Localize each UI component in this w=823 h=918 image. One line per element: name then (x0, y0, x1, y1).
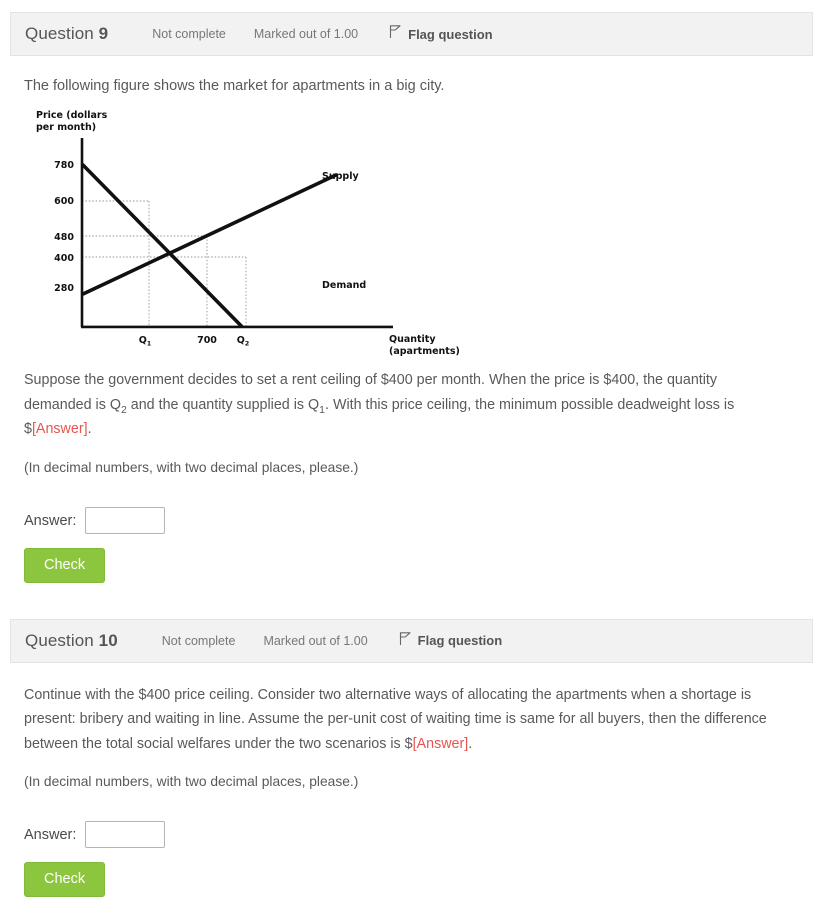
question-header-9: Question 9 Not complete Marked out of 1.… (10, 12, 813, 56)
check-button-10[interactable]: Check (24, 862, 106, 898)
question-state-10: Not complete (161, 633, 236, 648)
x-axis-title-line2: (apartments) (389, 346, 460, 357)
supply-curve (81, 173, 338, 297)
question-title-prefix: Question (25, 24, 94, 43)
question-title-9: Question 9 (25, 24, 108, 44)
supply-demand-figure: Price (dollars per month) 780 600 480 40… (28, 106, 528, 369)
answer-placeholder-tag-9: [Answer] (31, 421, 88, 438)
flag-icon (388, 24, 402, 44)
answer-row-9: Answer: (24, 507, 799, 535)
question-marks-9: Marked out of 1.00 (253, 27, 359, 41)
decimal-note-10: (In decimal numbers, with two decimal pl… (24, 774, 359, 790)
question-number: 9 (98, 24, 109, 43)
demand-curve-label: Demand (322, 280, 366, 291)
question-title-10: Question 10 (25, 631, 118, 651)
q2-subscript: 2 (120, 403, 127, 416)
y-tick-label-780: 780 (54, 160, 74, 171)
question-text-9: Suppose the government decides to set a … (24, 368, 784, 442)
figure-intro-text: The following figure shows the market fo… (24, 78, 445, 94)
y-axis-title-line2: per month) (36, 122, 96, 133)
question-title-prefix: Question (25, 630, 94, 650)
y-axis-title-line1: Price (dollars (36, 110, 108, 121)
question-spacer (0, 583, 823, 619)
question-text-9-part4: . (87, 421, 92, 438)
answer-label-9: Answer: (24, 512, 77, 529)
question-body-10: Continue with the $400 price ceiling. Co… (0, 683, 823, 898)
y-tick-label-400: 400 (54, 253, 74, 264)
question-text-9-part2: and the quantity supplied is Q (126, 396, 320, 413)
answer-label-10: Answer: (24, 826, 77, 843)
question-text-10-part2: . (468, 735, 473, 752)
answer-input-10[interactable] (85, 821, 166, 849)
question-body-9: The following figure shows the market fo… (0, 76, 823, 583)
y-tick-label-280: 280 (54, 283, 74, 294)
flag-question-label: Flag question (417, 633, 503, 649)
decimal-note-9: (In decimal numbers, with two decimal pl… (24, 460, 359, 476)
answer-input-9[interactable] (85, 507, 166, 535)
question-block-10: Question 10 Not complete Marked out of 1… (0, 618, 823, 898)
x-tick-label-700: 700 (197, 335, 217, 346)
check-button-9[interactable]: Check (24, 548, 106, 583)
answer-row-10: Answer: (24, 821, 799, 849)
y-tick-label-480: 480 (54, 232, 74, 243)
question-number: 10 (98, 630, 118, 650)
question-header-10: Question 10 Not complete Marked out of 1… (10, 618, 813, 663)
question-text-10: Continue with the $400 price ceiling. Co… (24, 683, 784, 757)
q1-subscript: 1 (319, 403, 325, 416)
supply-curve-label: Supply (322, 171, 359, 182)
answer-placeholder-tag-10: [Answer] (412, 735, 469, 752)
quiz-page: Question 9 Not complete Marked out of 1.… (0, 0, 823, 898)
flag-question-label: Flag question (408, 26, 493, 42)
flag-question-9[interactable]: Flag question (388, 24, 493, 44)
question-text-10-part1: Continue with the $400 price ceiling. Co… (24, 686, 767, 752)
question-block-9: Question 9 Not complete Marked out of 1.… (0, 0, 823, 583)
supply-demand-chart: Price (dollars per month) 780 600 480 40… (28, 110, 528, 369)
y-tick-label-600: 600 (54, 196, 74, 207)
x-axis-title-line1: Quantity (389, 334, 436, 345)
question-marks-10: Marked out of 1.00 (263, 633, 368, 648)
flag-icon (398, 631, 412, 651)
question-state-9: Not complete (152, 27, 226, 41)
flag-question-10[interactable]: Flag question (398, 631, 503, 651)
